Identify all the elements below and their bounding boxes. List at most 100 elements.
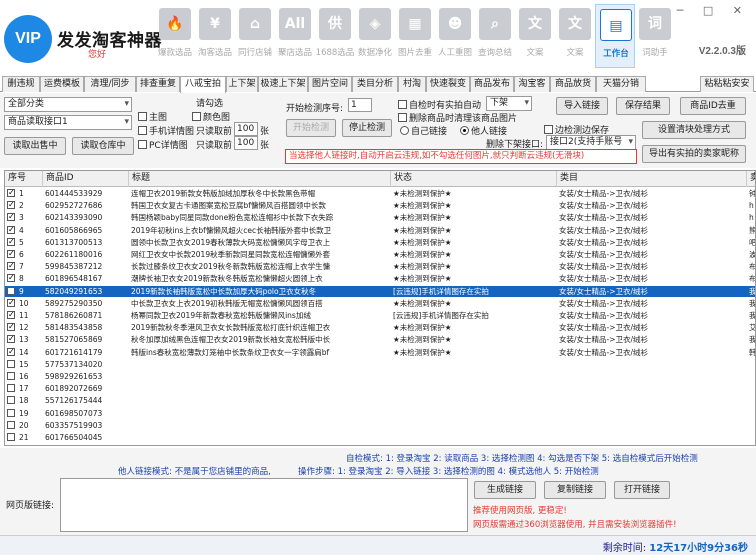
open-link-button[interactable]: 打开链接 [614, 481, 670, 499]
mobile-count-input[interactable]: 100 [234, 122, 258, 136]
window-controls[interactable]: ─ □ ✕ [677, 4, 750, 17]
nav-item-8[interactable]: ⌕ 查询总结 [475, 4, 515, 68]
pc-count-input[interactable]: 100 [234, 136, 258, 150]
table-row[interactable]: 13 581527065869 秋冬加厚加绒黑色连帽卫衣女2019新款长袖女宽松韩版… [5, 333, 755, 345]
table-row[interactable]: 11 578186260871 杨幂同款卫衣2019年新款春秋宽松韩版慵懒风ins加… [5, 309, 755, 321]
tab-0[interactable]: 删违规 [2, 76, 40, 92]
web-link-textarea[interactable] [60, 478, 468, 532]
table-row[interactable]: 21 601766504045 [5, 432, 755, 443]
nav-item-7[interactable]: ☻ 人工重图 [435, 4, 475, 68]
column-header[interactable]: 序号 [5, 171, 43, 187]
nav-item-9[interactable]: 文文案 [515, 4, 555, 68]
row-checkbox[interactable] [7, 211, 15, 222]
auto-action-select[interactable]: 下架 [486, 96, 532, 111]
table-row[interactable]: 8 601896548167 潮牌长袖卫衣女2019新款秋冬韩版宽松慵懒超火圆领上衣… [5, 272, 755, 284]
table-row[interactable]: 1 601444533929 连帽卫衣2019新款女韩版加绒加厚秋冬中长款黑色带帽 ★… [5, 187, 755, 199]
tab-14[interactable]: 天猫分销 [596, 76, 646, 92]
read-stock-button[interactable]: 读取仓库中 [72, 137, 134, 155]
column-header[interactable]: 类目 [557, 171, 747, 187]
main-pic-checkbox[interactable]: 主图 [138, 110, 167, 123]
row-checkbox[interactable] [7, 408, 15, 417]
batch-process-button[interactable]: 设置清块处理方式 [642, 121, 746, 139]
product-table[interactable]: 序号商品ID标题状态类目卖 1 601444533929 连帽卫衣2019新款女韩版… [4, 170, 756, 446]
column-header[interactable]: 商品ID [43, 171, 129, 187]
row-checkbox[interactable] [7, 248, 15, 259]
nav-item-1[interactable]: ¥ 淘客选品 [195, 4, 235, 68]
table-row[interactable]: 2 602952727686 韩国卫衣女复古卡通图案宽松豆腐bf慵懒风百搭圆领中长款… [5, 199, 755, 211]
delete-img-checkbox[interactable]: 删除商品时清理该商品图片 [398, 111, 517, 124]
tab-6[interactable]: 极速上下架 [258, 76, 308, 92]
tab-1[interactable]: 运费模板 [40, 76, 84, 92]
dedup-id-button[interactable]: 商品ID去重 [680, 97, 746, 115]
tab-3[interactable]: 排查重复 [136, 76, 180, 92]
table-row[interactable]: 18 557126175444 [5, 395, 755, 406]
row-checkbox[interactable] [7, 396, 15, 405]
start-no-input[interactable]: 1 [348, 98, 372, 112]
row-checkbox[interactable] [7, 187, 15, 198]
table-row[interactable]: 5 601313700513 圆领中长款卫衣女2019春秋薄款大码宽松慵懒风字母卫衣… [5, 236, 755, 248]
row-checkbox[interactable] [7, 359, 15, 368]
table-row[interactable]: 16 598929261653 [5, 371, 755, 382]
table-row[interactable]: 9 582049291653 2019新款长袖韩版宽松中长款加厚大码polo卫衣女秋… [5, 285, 755, 297]
mobile-pic-checkbox[interactable]: 手机详情图 [138, 124, 194, 137]
nav-item-0[interactable]: 🔥 爆款选品 [155, 4, 195, 68]
nav-item-3[interactable]: All 聚店选品 [275, 4, 315, 68]
table-row[interactable]: 12 581483543858 2019新款秋冬季港风卫衣女长款韩版宽松打底针织连帽… [5, 321, 755, 333]
start-check-button[interactable]: 开始检测 [286, 119, 336, 137]
nav-item-12[interactable]: 词词助手 [635, 4, 675, 68]
table-row[interactable]: 14 601721614179 韩版ins春秋宽松薄款灯笼袖中长款条纹卫衣女一字领露… [5, 346, 755, 358]
save-result-button[interactable]: 保存结果 [616, 97, 670, 115]
row-checkbox[interactable] [7, 260, 15, 271]
column-header[interactable]: 标题 [129, 171, 391, 187]
color-pic-checkbox[interactable]: 颜色图 [192, 110, 230, 123]
export-seller-button[interactable]: 导出有实拍的卖家昵称 [642, 145, 746, 163]
auto-violate-checkbox[interactable]: 自检时有实拍自动 [398, 98, 481, 111]
stop-check-button[interactable]: 停止检测 [342, 119, 392, 137]
tab-8[interactable]: 类目分析 [352, 76, 398, 92]
tab-15[interactable]: 粘粘粘安安 [700, 76, 754, 92]
pc-pic-checkbox[interactable]: PC详情图 [138, 138, 188, 151]
row-checkbox[interactable] [7, 297, 15, 308]
generate-link-button[interactable]: 生成链接 [474, 481, 536, 499]
table-row[interactable]: 20 603357519903 [5, 420, 755, 431]
row-checkbox[interactable] [7, 224, 15, 235]
row-checkbox[interactable] [7, 346, 15, 357]
delist-select[interactable]: 接口2(支持手账号 [546, 135, 636, 150]
nav-item-11[interactable]: ▤ 工作台 [595, 4, 635, 68]
tab-2[interactable]: 清理/同步 [84, 76, 136, 92]
table-row[interactable]: 10 589275290350 中长款卫衣女上衣2019初秋韩版无帽宽松慵懒风圆领百… [5, 297, 755, 309]
copy-link-button[interactable]: 复制链接 [544, 481, 606, 499]
column-header[interactable]: 卖 [747, 171, 755, 187]
tab-7[interactable]: 图片空间 [308, 76, 352, 92]
row-checkbox[interactable] [7, 420, 15, 429]
nav-item-6[interactable]: ▦ 图片去重 [395, 4, 435, 68]
source-select[interactable]: 商品读取接口1 [4, 115, 132, 130]
nav-item-2[interactable]: ⌂ 同行店铺 [235, 4, 275, 68]
table-row[interactable]: 6 602261180016 网红卫衣女中长款2019秋季新款同星同款宽松连帽慵懒外… [5, 248, 755, 260]
row-checkbox[interactable] [7, 236, 15, 247]
self-link-radio[interactable]: 自己链接 [400, 124, 447, 137]
table-row[interactable]: 4 601605866965 2019年初秋ins上衣bf慵懒风超火cec长袖韩版外… [5, 224, 755, 236]
table-row[interactable]: 15 577537134020 [5, 359, 755, 370]
tab-11[interactable]: 商品发布 [470, 76, 514, 92]
read-sale-button[interactable]: 读取出售中 [4, 137, 66, 155]
category-select[interactable]: 全部分类 [4, 97, 132, 112]
other-link-radio[interactable]: 他人链接 [460, 124, 507, 137]
tab-13[interactable]: 商品放货 [550, 76, 596, 92]
row-checkbox[interactable] [7, 309, 15, 320]
nav-item-5[interactable]: ◈ 数据净化 [355, 4, 395, 68]
tab-10[interactable]: 快速裂变 [426, 76, 470, 92]
tab-4[interactable]: 八戒宝拍 [180, 76, 226, 93]
tab-5[interactable]: 上下架 [226, 76, 258, 92]
row-checkbox[interactable] [7, 384, 15, 393]
row-checkbox[interactable] [7, 286, 15, 295]
row-checkbox[interactable] [7, 372, 15, 380]
column-header[interactable]: 状态 [391, 171, 557, 187]
row-checkbox[interactable] [7, 333, 15, 344]
tab-12[interactable]: 淘宝客 [514, 76, 550, 92]
table-row[interactable]: 17 601892072669 [5, 383, 755, 394]
nav-item-10[interactable]: 文文案 [555, 4, 595, 68]
row-checkbox[interactable] [7, 199, 15, 210]
nav-item-4[interactable]: 供 1688选品 [315, 4, 355, 68]
table-row[interactable]: 19 601698507073 [5, 408, 755, 419]
